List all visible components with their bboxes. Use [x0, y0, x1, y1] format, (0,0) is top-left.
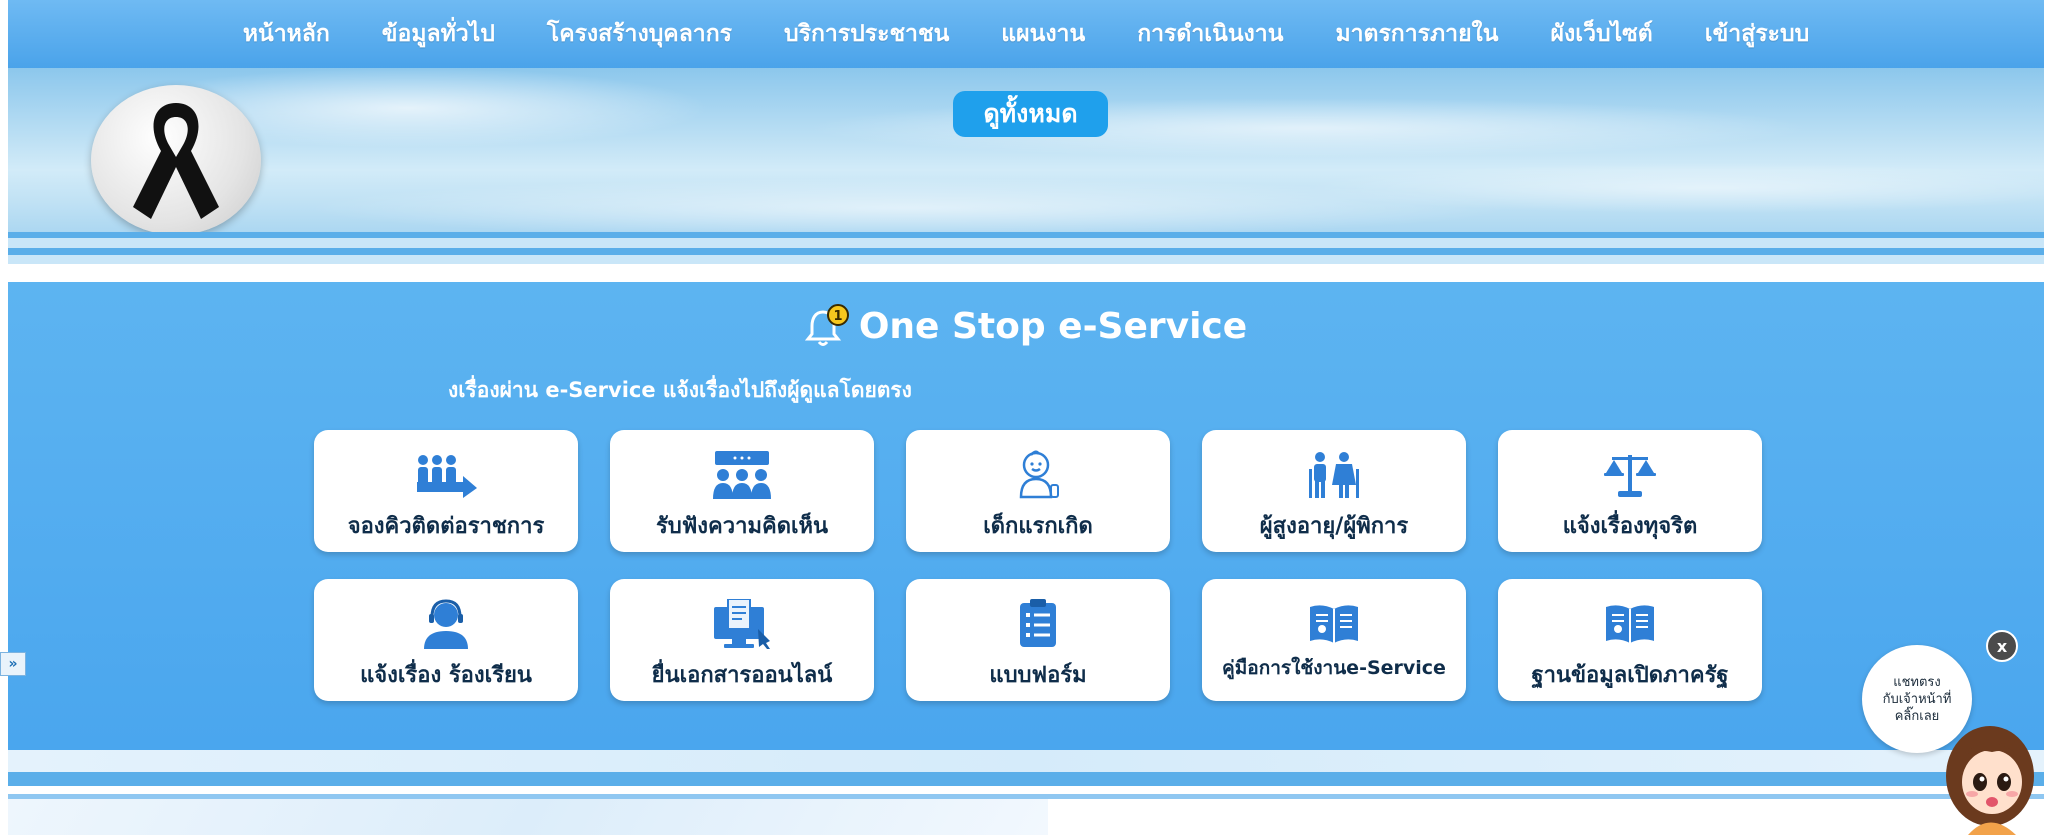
scales-justice-icon [1602, 452, 1658, 498]
chat-mascot-icon[interactable] [1938, 718, 2038, 835]
service-card-corruption-report[interactable]: แจ้งเรื่องทุจริต [1498, 430, 1762, 552]
service-card-label: ฐานข้อมูลเปิดภาครัฐ [1531, 663, 1729, 688]
chat-line-2: กับเจ้าหน้าที่ [1882, 691, 1952, 707]
service-card-eservice-manual[interactable]: คู่มือการใช้งานe-Service [1202, 579, 1466, 701]
svg-text:1: 1 [833, 309, 842, 324]
nav-item-internal-measures[interactable]: มาตรการภายใน [1309, 16, 1524, 52]
black-ribbon-icon [133, 103, 219, 219]
nav-item-personnel[interactable]: โครงสร้างบุคลากร [521, 16, 758, 52]
computer-document-icon [710, 599, 774, 649]
mourning-ribbon-badge [91, 85, 261, 235]
group-discussion-icon [709, 451, 775, 499]
baby-icon [1013, 450, 1063, 499]
footer-pattern [8, 799, 1048, 835]
service-title: 1 One Stop e-Service [8, 304, 2044, 348]
elderly-couple-icon [1306, 452, 1362, 498]
nav-item-general-info[interactable]: ข้อมูลทั่วไป [356, 16, 521, 52]
service-card-label: ผู้สูงอายุ/ผู้พิการ [1259, 514, 1409, 539]
service-card-label: เด็กแรกเกิด [983, 514, 1093, 539]
notification-bell-icon: 1 [804, 304, 849, 346]
service-title-text: One Stop e-Service [858, 305, 1248, 347]
service-card-label: แจ้งเรื่อง ร้องเรียน [360, 663, 532, 688]
side-panel-toggle[interactable]: » [0, 652, 26, 676]
open-book-icon [1306, 601, 1362, 647]
hero-bottom-line [8, 248, 2044, 255]
call-center-icon [420, 599, 472, 649]
service-card-label: จองคิวติดต่อราชการ [347, 514, 545, 539]
hero-banner: ดูทั้งหมด [8, 68, 2044, 238]
service-card-elderly-disabled[interactable]: ผู้สูงอายุ/ผู้พิการ [1202, 430, 1466, 552]
service-subtitle: งเรื่องผ่าน e-Service แจ้งเรื่องไปถึงผู้… [448, 378, 912, 402]
queue-people-icon [413, 452, 479, 498]
nav-item-sitemap[interactable]: ผังเว็บไซต์ [1525, 16, 1679, 52]
nav-item-public-service[interactable]: บริการประชาชน [758, 16, 975, 52]
main-nav: หน้าหลัก ข้อมูลทั่วไป โครงสร้างบุคลากร บ… [8, 0, 2044, 68]
service-card-queue[interactable]: จองคิวติดต่อราชการ [314, 430, 578, 552]
chat-close-button[interactable]: x [1986, 630, 2018, 662]
open-book-icon [1602, 601, 1658, 647]
nav-item-login[interactable]: เข้าสู่ระบบ [1679, 16, 1835, 52]
service-card-open-government-data[interactable]: ฐานข้อมูลเปิดภาครัฐ [1498, 579, 1762, 701]
service-card-label: คู่มือการใช้งานe-Service [1222, 657, 1446, 679]
nav-item-operations[interactable]: การดำเนินงาน [1111, 16, 1309, 52]
service-card-complaint[interactable]: แจ้งเรื่อง ร้องเรียน [314, 579, 578, 701]
one-stop-service-section: 1 One Stop e-Service งเรื่องผ่าน e-Servi… [8, 282, 2044, 750]
see-all-button[interactable]: ดูทั้งหมด [953, 91, 1108, 137]
footer-line [8, 772, 2044, 786]
nav-item-plans[interactable]: แผนงาน [975, 16, 1111, 52]
service-card-label: ยื่นเอกสารออนไลน์ [651, 663, 833, 688]
footer-band [8, 750, 2044, 772]
page-frame: หน้าหลัก ข้อมูลทั่วไป โครงสร้างบุคลากร บ… [8, 0, 2044, 835]
service-card-label: รับฟังความคิดเห็น [655, 514, 829, 539]
chat-line-3: คลิ๊กเลย [1894, 708, 1940, 724]
service-card-label: แบบฟอร์ม [989, 663, 1087, 688]
service-card-forms[interactable]: แบบฟอร์ม [906, 579, 1170, 701]
service-card-online-documents[interactable]: ยื่นเอกสารออนไลน์ [610, 579, 874, 701]
footer-gap [8, 786, 2044, 794]
nav-item-home[interactable]: หน้าหลัก [217, 16, 356, 52]
service-card-newborn[interactable]: เด็กแรกเกิด [906, 430, 1170, 552]
service-card-label: แจ้งเรื่องทุจริต [1562, 514, 1698, 539]
chat-line-1: แชทตรง [1893, 674, 1941, 690]
service-card-feedback[interactable]: รับฟังความคิดเห็น [610, 430, 874, 552]
clipboard-form-icon [1018, 599, 1058, 647]
